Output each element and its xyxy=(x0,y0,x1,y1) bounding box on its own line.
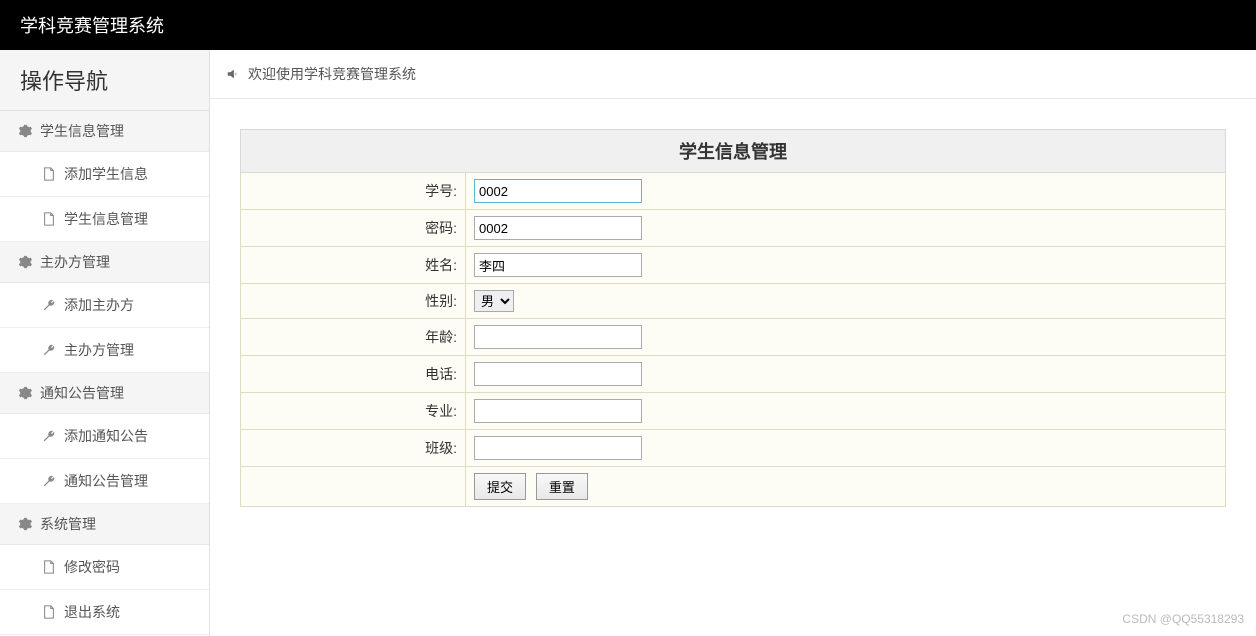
wrench-icon xyxy=(42,429,56,443)
file-icon xyxy=(42,605,56,619)
nav-item[interactable]: 退出系统 xyxy=(0,590,209,635)
input-phone[interactable] xyxy=(474,362,642,386)
main-area: 欢迎使用学科竞赛管理系统 学生信息管理 学号: 密码: 姓名: xyxy=(210,50,1256,636)
breadcrumb-text: 欢迎使用学科竞赛管理系统 xyxy=(248,64,416,84)
select-gender[interactable]: 男女 xyxy=(474,290,514,312)
sidebar: 操作导航 学生信息管理添加学生信息学生信息管理主办方管理添加主办方主办方管理通知… xyxy=(0,50,210,636)
label-phone: 电话: xyxy=(241,356,466,393)
input-name[interactable] xyxy=(474,253,642,277)
file-icon xyxy=(42,560,56,574)
wrench-icon xyxy=(42,298,56,312)
gear-icon xyxy=(18,124,32,138)
nav-item[interactable]: 通知公告管理 xyxy=(0,459,209,504)
speaker-icon xyxy=(226,67,240,81)
nav-group-label: 通知公告管理 xyxy=(40,383,124,403)
nav-group-header[interactable]: 系统管理 xyxy=(0,504,209,545)
form-title: 学生信息管理 xyxy=(241,130,1226,173)
submit-button[interactable]: 提交 xyxy=(474,473,526,500)
input-student-id[interactable] xyxy=(474,179,642,203)
nav-group-label: 学生信息管理 xyxy=(40,121,124,141)
nav-item[interactable]: 学生信息管理 xyxy=(0,197,209,242)
wrench-icon xyxy=(42,343,56,357)
app-title: 学科竞赛管理系统 xyxy=(20,16,164,36)
gear-icon xyxy=(18,517,32,531)
label-student-id: 学号: xyxy=(241,173,466,210)
input-class[interactable] xyxy=(474,436,642,460)
file-icon xyxy=(42,167,56,181)
label-gender: 性别: xyxy=(241,284,466,319)
nav-item-label: 学生信息管理 xyxy=(64,209,148,229)
nav-item[interactable]: 添加学生信息 xyxy=(0,152,209,197)
nav-item-label: 主办方管理 xyxy=(64,340,134,360)
gear-icon xyxy=(18,386,32,400)
input-major[interactable] xyxy=(474,399,642,423)
student-form-table: 学生信息管理 学号: 密码: 姓名: 性别: 男女 xyxy=(240,129,1226,507)
sidebar-title: 操作导航 xyxy=(0,50,209,111)
reset-button[interactable]: 重置 xyxy=(536,473,588,500)
nav-item-label: 添加通知公告 xyxy=(64,426,148,446)
nav-item-label: 添加主办方 xyxy=(64,295,134,315)
nav-item-label: 通知公告管理 xyxy=(64,471,148,491)
nav-item-label: 添加学生信息 xyxy=(64,164,148,184)
nav-item-label: 修改密码 xyxy=(64,557,120,577)
label-age: 年龄: xyxy=(241,319,466,356)
nav-group-header[interactable]: 学生信息管理 xyxy=(0,111,209,152)
app-header: 学科竞赛管理系统 xyxy=(0,0,1256,50)
gear-icon xyxy=(18,255,32,269)
label-name: 姓名: xyxy=(241,247,466,284)
file-icon xyxy=(42,212,56,226)
breadcrumb: 欢迎使用学科竞赛管理系统 xyxy=(210,50,1256,99)
input-password[interactable] xyxy=(474,216,642,240)
nav-item[interactable]: 主办方管理 xyxy=(0,328,209,373)
nav-group-header[interactable]: 主办方管理 xyxy=(0,242,209,283)
label-major: 专业: xyxy=(241,393,466,430)
nav-item[interactable]: 添加通知公告 xyxy=(0,414,209,459)
nav-group-label: 主办方管理 xyxy=(40,252,110,272)
label-password: 密码: xyxy=(241,210,466,247)
input-age[interactable] xyxy=(474,325,642,349)
nav-group-label: 系统管理 xyxy=(40,514,96,534)
wrench-icon xyxy=(42,474,56,488)
nav-item[interactable]: 修改密码 xyxy=(0,545,209,590)
nav-item[interactable]: 添加主办方 xyxy=(0,283,209,328)
label-class: 班级: xyxy=(241,430,466,467)
nav-group-header[interactable]: 通知公告管理 xyxy=(0,373,209,414)
label-actions xyxy=(241,467,466,507)
nav-item-label: 退出系统 xyxy=(64,602,120,622)
